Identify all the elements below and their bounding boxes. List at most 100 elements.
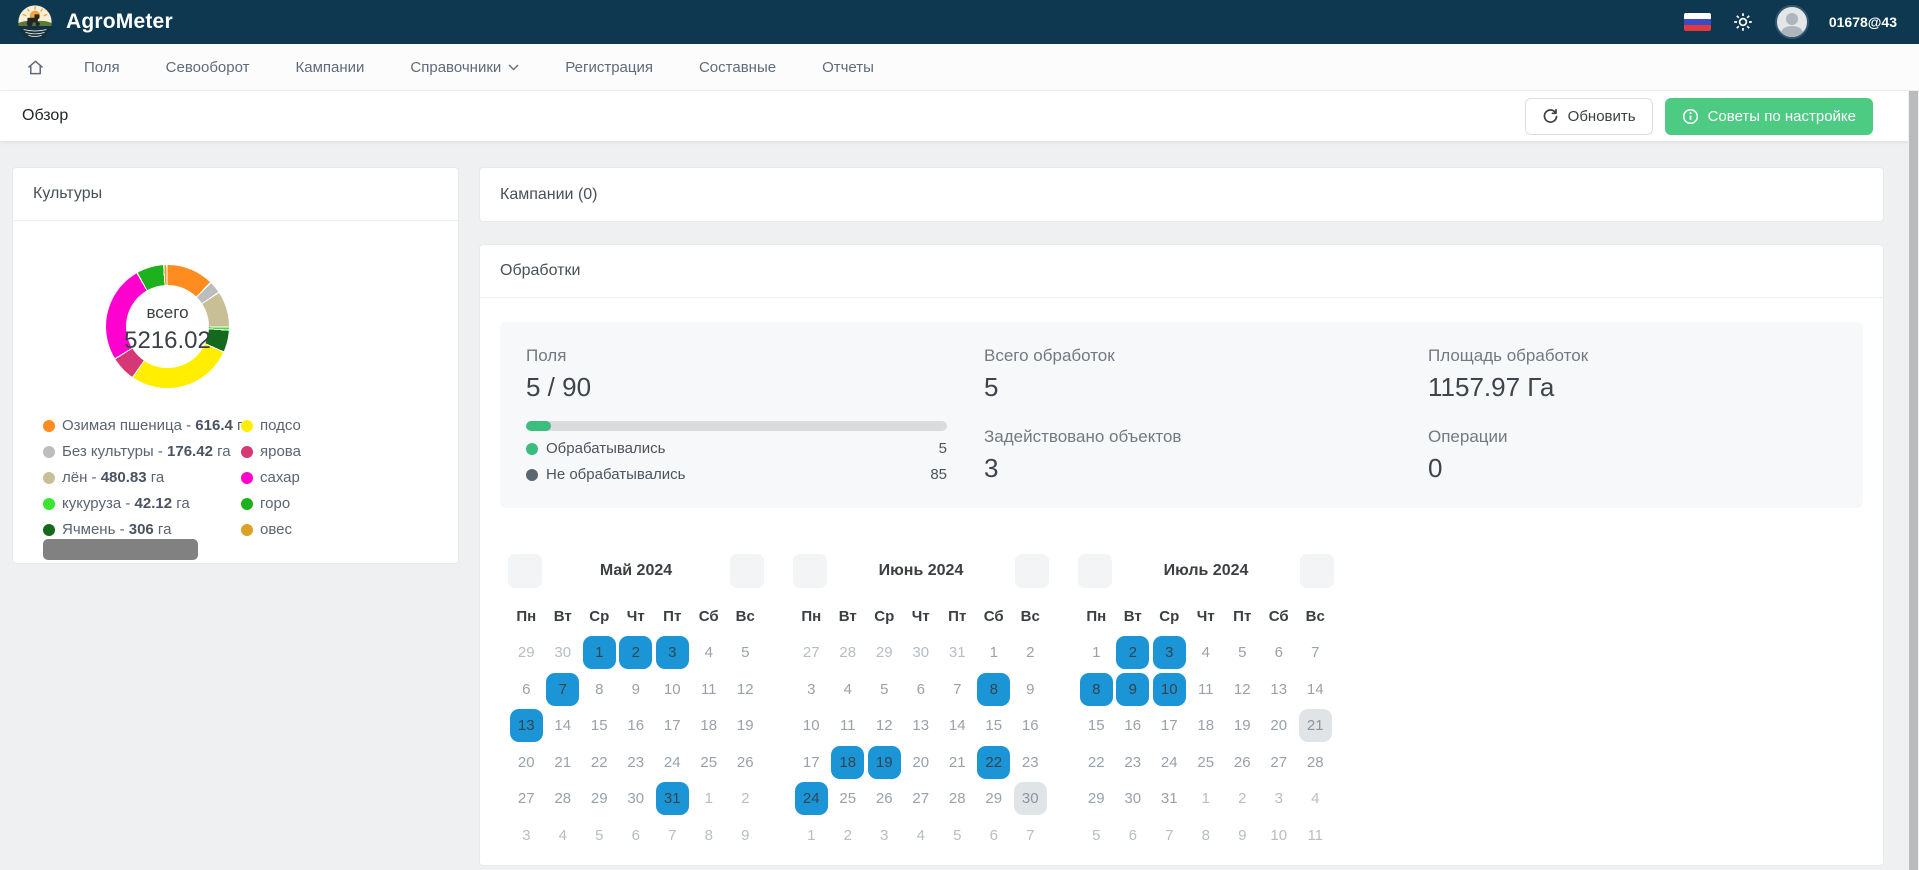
calendar-day[interactable]: 2 [830, 817, 867, 854]
calendar-day[interactable]: 2 [1012, 635, 1049, 672]
calendar-day[interactable]: 20 [508, 744, 545, 781]
calendar-day[interactable]: 3 [866, 817, 903, 854]
calendar-day[interactable]: 1 [793, 817, 830, 854]
calendar-day[interactable]: 4 [691, 635, 728, 672]
calendar-day[interactable]: 29 [866, 635, 903, 672]
legend-item[interactable]: лён - 480.83 га [43, 469, 241, 486]
calendar-day[interactable]: 3 [793, 671, 830, 708]
calendar-day[interactable]: 8 [581, 671, 618, 708]
calendar-day[interactable]: 11 [1297, 817, 1334, 854]
calendar-next-button[interactable] [730, 554, 764, 588]
calendar-prev-button[interactable] [508, 554, 542, 588]
nav-item-4[interactable]: Регистрация [542, 59, 676, 76]
calendar-day[interactable]: 16 [1115, 708, 1152, 745]
nav-home-button[interactable] [10, 58, 61, 77]
calendar-day[interactable]: 9 [727, 817, 764, 854]
calendar-day[interactable]: 6 [976, 817, 1013, 854]
calendar-day[interactable]: 9 [1224, 817, 1261, 854]
calendar-day[interactable]: 8 [691, 817, 728, 854]
calendar-day[interactable]: 13 [903, 708, 940, 745]
calendar-day[interactable]: 11 [691, 671, 728, 708]
calendar-day[interactable]: 6 [903, 671, 940, 708]
legend-item[interactable]: горо [241, 495, 458, 512]
calendar-day[interactable]: 12 [1224, 671, 1261, 708]
calendar-day[interactable]: 31 [1151, 781, 1188, 818]
calendar-next-button[interactable] [1300, 554, 1334, 588]
nav-item-3[interactable]: Справочники [387, 59, 542, 76]
calendar-day[interactable]: 20 [1261, 708, 1298, 745]
calendar-day[interactable]: 15 [581, 708, 618, 745]
nav-item-0[interactable]: Поля [61, 59, 143, 76]
calendar-day[interactable]: 30 [618, 781, 655, 818]
calendar-day[interactable]: 22 [1078, 744, 1115, 781]
calendar-next-button[interactable] [1015, 554, 1049, 588]
calendar-day[interactable]: 30 [903, 635, 940, 672]
calendar-prev-button[interactable] [793, 554, 827, 588]
legend-item[interactable]: подсо [241, 417, 458, 434]
calendar-day[interactable]: 24 [793, 781, 830, 818]
calendar-day[interactable]: 30 [545, 635, 582, 672]
calendar-day[interactable]: 27 [508, 781, 545, 818]
calendar-day[interactable]: 13 [1261, 671, 1298, 708]
calendar-day[interactable]: 2 [618, 635, 655, 672]
legend-item[interactable]: овес [241, 521, 458, 538]
calendar-day[interactable]: 5 [1224, 635, 1261, 672]
calendar-day[interactable]: 29 [508, 635, 545, 672]
calendar-day[interactable]: 18 [1188, 708, 1225, 745]
calendar-day[interactable]: 10 [793, 708, 830, 745]
calendar-day[interactable]: 21 [1297, 708, 1334, 745]
calendar-day[interactable]: 27 [1261, 744, 1298, 781]
calendar-day[interactable]: 16 [1012, 708, 1049, 745]
calendar-day[interactable]: 14 [545, 708, 582, 745]
calendar-day[interactable]: 30 [1012, 781, 1049, 818]
calendar-day[interactable]: 26 [1224, 744, 1261, 781]
calendar-day[interactable]: 18 [830, 744, 867, 781]
calendar-day[interactable]: 2 [1224, 781, 1261, 818]
calendar-day[interactable]: 16 [618, 708, 655, 745]
calendar-day[interactable]: 11 [1188, 671, 1225, 708]
calendar-day[interactable]: 7 [545, 671, 582, 708]
calendar-day[interactable]: 2 [1115, 635, 1152, 672]
calendar-day[interactable]: 24 [654, 744, 691, 781]
calendar-day[interactable]: 26 [866, 781, 903, 818]
calendar-day[interactable]: 5 [1078, 817, 1115, 854]
vertical-scrollbar[interactable] [1908, 91, 1919, 870]
calendar-day[interactable]: 9 [1012, 671, 1049, 708]
calendar-day[interactable]: 8 [1078, 671, 1115, 708]
calendar-day[interactable]: 24 [1151, 744, 1188, 781]
calendar-day[interactable]: 7 [1151, 817, 1188, 854]
calendar-day[interactable]: 17 [793, 744, 830, 781]
calendar-day[interactable]: 1 [1078, 635, 1115, 672]
legend-item[interactable]: сахар [241, 469, 458, 486]
calendar-day[interactable]: 3 [1151, 635, 1188, 672]
calendar-day[interactable]: 21 [939, 744, 976, 781]
calendar-day[interactable]: 4 [830, 671, 867, 708]
calendar-day[interactable]: 5 [939, 817, 976, 854]
calendar-day[interactable]: 10 [1261, 817, 1298, 854]
calendar-day[interactable]: 21 [545, 744, 582, 781]
calendar-day[interactable]: 27 [793, 635, 830, 672]
gear-icon[interactable] [1731, 10, 1755, 34]
calendar-day[interactable]: 4 [903, 817, 940, 854]
calendar-day[interactable]: 28 [545, 781, 582, 818]
calendar-day[interactable]: 18 [691, 708, 728, 745]
calendar-day[interactable]: 2 [727, 781, 764, 818]
scrollbar-thumb[interactable] [1909, 91, 1918, 870]
calendar-day[interactable]: 4 [1297, 781, 1334, 818]
legend-item[interactable]: Ячмень - 306 га [43, 521, 241, 538]
calendar-day[interactable]: 29 [976, 781, 1013, 818]
calendar-day[interactable]: 4 [545, 817, 582, 854]
calendar-day[interactable]: 28 [830, 635, 867, 672]
calendar-day[interactable]: 7 [1297, 635, 1334, 672]
calendar-day[interactable]: 10 [654, 671, 691, 708]
legend-item[interactable]: Озимая пшеница - 616.4 га [43, 417, 241, 434]
calendar-day[interactable]: 28 [1297, 744, 1334, 781]
calendar-day[interactable]: 3 [508, 817, 545, 854]
calendar-day[interactable]: 12 [866, 708, 903, 745]
calendar-day[interactable]: 6 [508, 671, 545, 708]
calendar-day[interactable]: 12 [727, 671, 764, 708]
calendar-day[interactable]: 22 [976, 744, 1013, 781]
calendar-day[interactable]: 26 [727, 744, 764, 781]
calendar-day[interactable]: 4 [1188, 635, 1225, 672]
calendar-prev-button[interactable] [1078, 554, 1112, 588]
